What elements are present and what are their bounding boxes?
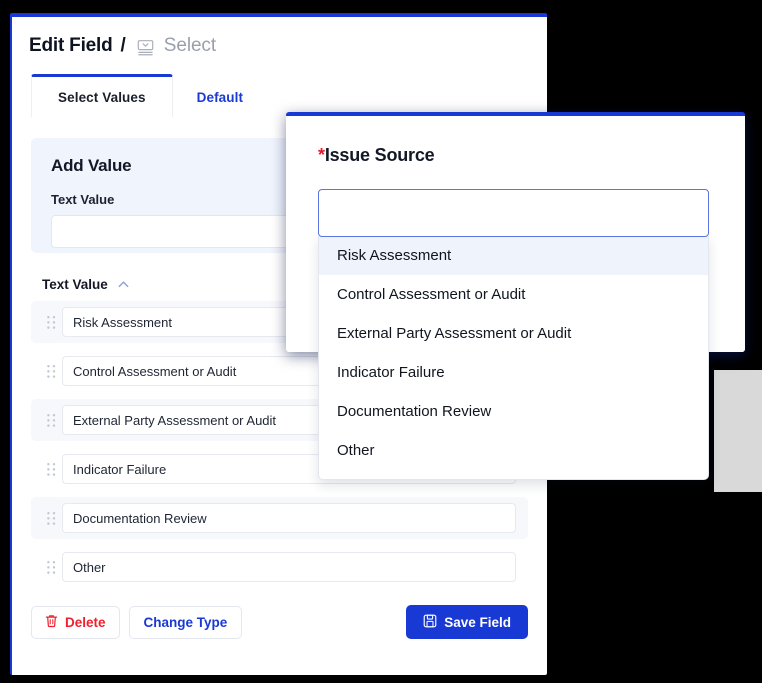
- panel-header: Edit Field / Select: [12, 17, 547, 57]
- option-item[interactable]: Control Assessment or Audit: [319, 275, 708, 314]
- tab-bar: Select Values Default: [31, 74, 547, 117]
- drag-handle-icon[interactable]: [40, 412, 62, 429]
- tab-select-values[interactable]: Select Values: [31, 74, 173, 117]
- tab-default-label: Default: [196, 89, 244, 105]
- background-grey-block: [714, 370, 762, 492]
- tab-default[interactable]: Default: [173, 77, 267, 117]
- drag-handle-icon[interactable]: [40, 461, 62, 478]
- required-asterisk: *: [318, 145, 325, 165]
- page-title: Edit Field: [29, 35, 113, 56]
- select-field-icon: [137, 39, 154, 56]
- panel-footer: Delete Change Type Save Field: [31, 605, 528, 639]
- delete-button[interactable]: Delete: [31, 605, 120, 639]
- drag-handle-icon[interactable]: [40, 559, 62, 576]
- tab-select-values-label: Select Values: [58, 89, 146, 105]
- option-item[interactable]: Indicator Failure: [319, 353, 708, 392]
- trash-icon: [45, 614, 58, 631]
- save-field-button-label: Save Field: [444, 614, 511, 630]
- save-disk-icon: [423, 614, 437, 631]
- change-type-button[interactable]: Change Type: [128, 605, 243, 639]
- drag-handle-icon[interactable]: [40, 314, 62, 331]
- issue-source-label-text: Issue Source: [324, 145, 435, 165]
- save-field-button[interactable]: Save Field: [406, 605, 528, 639]
- issue-source-combobox-input[interactable]: [318, 189, 709, 237]
- value-row: [31, 497, 528, 539]
- issue-source-label: *Issue Source: [318, 145, 745, 166]
- issue-source-options-list: Risk Assessment Control Assessment or Aud…: [318, 236, 709, 480]
- option-item[interactable]: External Party Assessment or Audit: [319, 314, 708, 353]
- field-type-label: Select: [163, 35, 217, 56]
- option-item[interactable]: Risk Assessment: [319, 236, 708, 275]
- value-row-input[interactable]: [62, 503, 516, 533]
- value-row-input[interactable]: [62, 552, 516, 582]
- drag-handle-icon[interactable]: [40, 510, 62, 527]
- option-item[interactable]: Documentation Review: [319, 392, 708, 431]
- value-row: [31, 546, 528, 588]
- delete-button-label: Delete: [65, 614, 106, 630]
- breadcrumb-separator: /: [120, 35, 126, 56]
- chevron-up-icon[interactable]: [117, 278, 130, 291]
- option-item[interactable]: Other: [319, 431, 708, 470]
- issue-source-combobox-wrapper: Risk Assessment Control Assessment or Aud…: [318, 189, 709, 480]
- change-type-button-label: Change Type: [143, 614, 228, 630]
- drag-handle-icon[interactable]: [40, 363, 62, 380]
- value-list-column-header: Text Value: [42, 277, 108, 292]
